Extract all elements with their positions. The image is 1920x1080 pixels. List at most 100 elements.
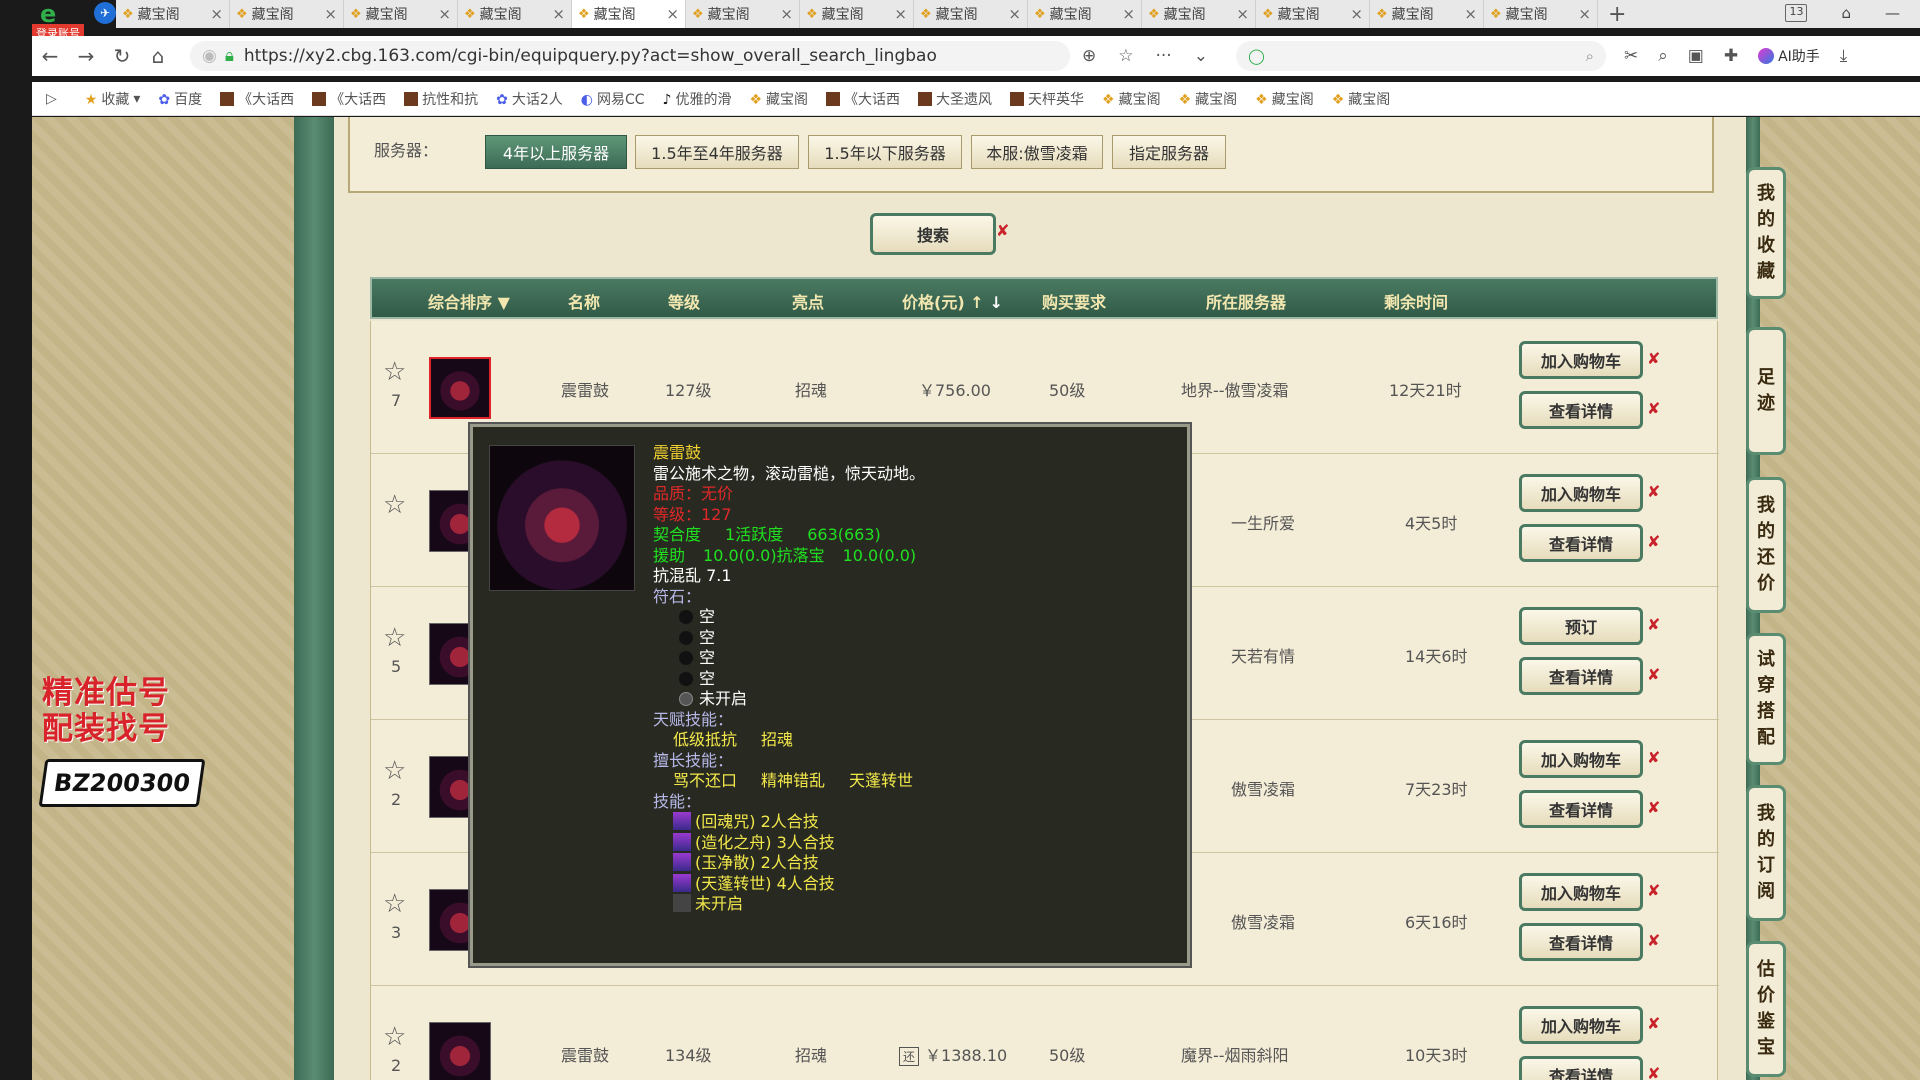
chevron-down-icon[interactable]: ⌄ [1194, 46, 1208, 66]
close-tab-icon[interactable]: × [666, 5, 679, 23]
bookmark-item[interactable]: ◐ 网易CC [581, 89, 645, 109]
browser-tab[interactable]: ❖ 藏宝阁 × [800, 0, 914, 28]
bookmark-item[interactable]: ✿ 大话2人 [496, 89, 563, 109]
puzzle-icon[interactable]: ✚ [1724, 46, 1738, 66]
close-icon[interactable]: ✘ [1647, 748, 1660, 767]
browser-tab[interactable]: ❖ 藏宝阁 × [1370, 0, 1484, 28]
bookmark-item[interactable]: ❖ 藏宝阁 [1332, 89, 1391, 109]
tab-count-badge[interactable]: 13 [1785, 4, 1808, 22]
view-details-button[interactable]: 查看详情 [1519, 391, 1643, 429]
close-icon[interactable]: ✘ [1647, 798, 1660, 817]
close-icon[interactable]: ✘ [1647, 349, 1660, 368]
browser-tab[interactable]: ❖ 藏宝阁 × [1484, 0, 1598, 28]
bookmark-item[interactable]: ❖ 藏宝阁 [1179, 89, 1238, 109]
server-option[interactable]: 1.5年至4年服务器 [635, 135, 799, 169]
browser-tab[interactable]: ❖ 藏宝阁 × [458, 0, 572, 28]
bookmark-item[interactable]: 抗性和抗 [404, 89, 478, 109]
close-icon[interactable]: ✘ [1647, 532, 1660, 551]
close-icon[interactable]: ✘ [1647, 1014, 1660, 1033]
url-input[interactable]: ◉ 🔒︎ https://xy2.cbg.163.com/cgi-bin/equ… [190, 41, 1070, 71]
arrow-down-icon[interactable]: ↓ [990, 293, 1003, 312]
close-icon[interactable]: ✘ [1647, 1064, 1660, 1080]
add-to-cart-button[interactable]: 加入购物车 [1519, 740, 1643, 778]
view-details-button[interactable]: 查看详情 [1519, 657, 1643, 695]
close-tab-icon[interactable]: × [1350, 5, 1363, 23]
bookmark-item[interactable]: 天枰英华 [1010, 89, 1084, 109]
close-tab-icon[interactable]: × [552, 5, 565, 23]
item-thumbnail[interactable] [429, 357, 491, 419]
browser-tab[interactable]: ❖ 藏宝阁 × [914, 0, 1028, 28]
server-option[interactable]: 指定服务器 [1112, 135, 1226, 169]
favorite-star-icon[interactable]: ☆ [383, 357, 406, 387]
add-to-cart-button[interactable]: 加入购物车 [1519, 474, 1643, 512]
close-tab-icon[interactable]: × [1236, 5, 1249, 23]
close-tab-icon[interactable]: × [1122, 5, 1135, 23]
close-tab-icon[interactable]: × [1464, 5, 1477, 23]
item-thumbnail[interactable] [429, 1022, 491, 1080]
new-tab-button[interactable]: + [1608, 2, 1626, 27]
bookmark-item[interactable]: ❖ 藏宝阁 [749, 89, 808, 109]
bookmark-item[interactable]: ✿ 百度 [158, 89, 202, 109]
bookmark-item[interactable]: 大圣遗风 [918, 89, 992, 109]
side-nav-item[interactable]: 我的订阅 [1746, 785, 1786, 921]
browser-logo-icon[interactable]: e [40, 0, 68, 28]
add-to-cart-button[interactable]: 加入购物车 [1519, 1006, 1643, 1044]
browser-tab[interactable]: ❖ 藏宝阁 × [572, 0, 686, 28]
add-to-cart-button[interactable]: 加入购物车 [1519, 341, 1643, 379]
side-nav-item[interactable]: 我的还价 [1746, 477, 1786, 613]
browser-tab[interactable]: ❖ 藏宝阁 × [1028, 0, 1142, 28]
magnifier-icon[interactable]: ⌕ [1658, 46, 1668, 66]
side-nav-item[interactable]: 估价鉴宝 [1746, 941, 1786, 1077]
favorite-star-icon[interactable]: ☆ [383, 490, 406, 520]
reserve-button[interactable]: 预订 [1519, 607, 1643, 645]
add-to-cart-button[interactable]: 加入购物车 [1519, 873, 1643, 911]
bargain-icon[interactable]: 还 [899, 1047, 920, 1066]
server-option[interactable]: 本服:傲雪凌霜 [971, 135, 1103, 169]
view-details-button[interactable]: 查看详情 [1519, 1056, 1643, 1080]
close-icon[interactable]: ✘ [1647, 615, 1660, 634]
search-icon[interactable]: ⌕ [1586, 47, 1594, 65]
close-icon[interactable]: ✘ [1647, 881, 1660, 900]
browser-tab[interactable]: ❖ 藏宝阁 × [1256, 0, 1370, 28]
promo-ad[interactable]: 精准估号 配装找号 BZ200300 [38, 675, 212, 807]
browser-tab[interactable]: ❖ 藏宝阁 × [1142, 0, 1256, 28]
more-icon[interactable]: ··· [1156, 46, 1172, 66]
bookmark-item[interactable]: 《大话西 [312, 89, 386, 109]
close-tab-icon[interactable]: × [438, 5, 451, 23]
scissors-icon[interactable]: ✂ [1624, 46, 1638, 66]
search-button[interactable]: 搜索 [870, 213, 996, 255]
close-tab-icon[interactable]: × [324, 5, 337, 23]
price-column-header[interactable]: 价格(元) ↑ ↓ [902, 289, 1003, 313]
favorite-star-icon[interactable]: ☆ [383, 889, 406, 919]
ai-helper-button[interactable]: AI助手 [1758, 46, 1820, 66]
back-icon[interactable]: ← [32, 44, 68, 68]
search-input[interactable]: ◯ ⌕ [1235, 41, 1606, 71]
view-details-button[interactable]: 查看详情 [1519, 524, 1643, 562]
window-icon[interactable]: ▣ [1688, 46, 1704, 66]
browser-tab[interactable]: ❖ 藏宝阁 × [116, 0, 230, 28]
close-tab-icon[interactable]: × [210, 5, 223, 23]
side-nav-item[interactable]: 试穿搭配 [1746, 633, 1786, 765]
shirt-icon[interactable]: ⌂ [1841, 4, 1851, 22]
bookmark-item[interactable]: ♪ 优雅的滑 [663, 89, 732, 109]
favorite-star-icon[interactable]: ☆ [383, 756, 406, 786]
favorite-star-icon[interactable]: ☆ [383, 623, 406, 653]
sort-column-header[interactable]: 综合排序 ▼ [428, 289, 510, 313]
browser-tab[interactable]: ❖ 藏宝阁 × [686, 0, 800, 28]
arrow-up-icon[interactable]: ↑ [970, 293, 983, 312]
server-option[interactable]: 1.5年以下服务器 [808, 135, 962, 169]
close-icon[interactable]: ✘ [1647, 931, 1660, 950]
app-bird-icon[interactable]: ✈ [94, 2, 116, 24]
view-details-button[interactable]: 查看详情 [1519, 923, 1643, 961]
close-tab-icon[interactable]: × [1578, 5, 1591, 23]
bookmark-item[interactable]: 《大话西 [826, 89, 900, 109]
reload-icon[interactable]: ↻ [104, 44, 140, 68]
bookmark-item[interactable]: 《大话西 [220, 89, 294, 109]
download-icon[interactable]: ⤓ [1840, 46, 1848, 66]
close-tab-icon[interactable]: × [1008, 5, 1021, 23]
close-icon[interactable]: ✘ [1647, 399, 1660, 418]
side-nav-item[interactable]: 我的收藏 [1746, 167, 1786, 299]
minimize-icon[interactable]: — [1885, 4, 1900, 22]
forward-icon[interactable]: → [68, 44, 104, 68]
side-nav-item[interactable]: 足迹 [1746, 327, 1786, 455]
